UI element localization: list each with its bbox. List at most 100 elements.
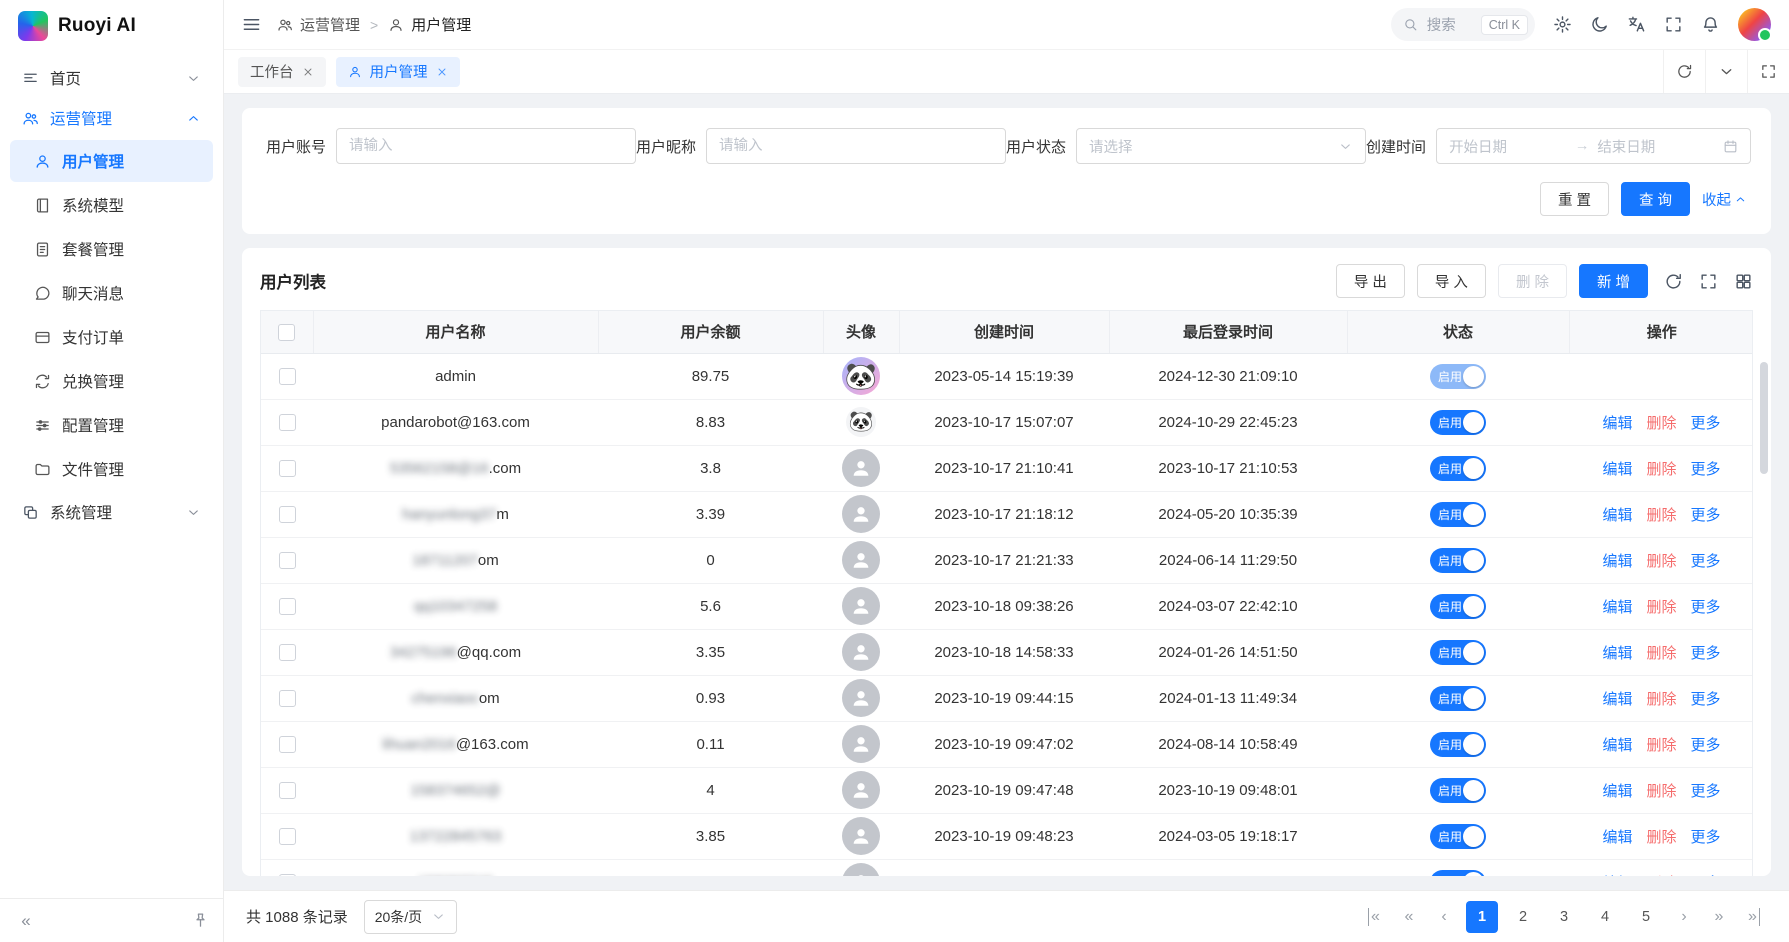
row-delete-link[interactable]: 删除	[1646, 415, 1676, 432]
import-button[interactable]: 导 入	[1417, 264, 1486, 298]
row-checkbox[interactable]	[279, 736, 296, 753]
page-size-select[interactable]: 20条/页	[364, 900, 457, 934]
page-2-button[interactable]: 2	[1507, 901, 1539, 933]
table-fullscreen-icon[interactable]	[1699, 272, 1718, 291]
tab-user-management[interactable]: 用户管理	[336, 57, 460, 87]
export-button[interactable]: 导 出	[1336, 264, 1405, 298]
jump-back-button[interactable]: «	[1396, 903, 1422, 931]
row-edit-link[interactable]: 编辑	[1602, 737, 1632, 754]
table-scrollbar[interactable]	[1760, 358, 1768, 868]
user-avatar[interactable]	[1738, 8, 1771, 41]
page-4-button[interactable]: 4	[1589, 901, 1621, 933]
row-delete-link[interactable]: 删除	[1646, 875, 1676, 877]
row-more-link[interactable]: 更多	[1691, 507, 1721, 524]
account-input[interactable]	[336, 128, 636, 164]
page-5-button[interactable]: 5	[1630, 901, 1662, 933]
brand[interactable]: Ruoyi AI	[0, 0, 223, 52]
hamburger-menu-icon[interactable]	[242, 15, 261, 34]
row-edit-link[interactable]: 编辑	[1602, 691, 1632, 708]
row-delete-link[interactable]: 删除	[1646, 461, 1676, 478]
sidebar-item-config-management[interactable]: 配置管理	[10, 404, 213, 446]
row-delete-link[interactable]: 删除	[1646, 783, 1676, 800]
sidebar-item-operations[interactable]: 运营管理	[10, 98, 213, 138]
status-toggle[interactable]: 启用	[1430, 410, 1486, 435]
status-toggle[interactable]: 启用	[1430, 732, 1486, 757]
select-all-checkbox[interactable]	[278, 324, 295, 341]
row-checkbox[interactable]	[279, 644, 296, 661]
reset-button[interactable]: 重 置	[1540, 182, 1609, 216]
collapse-sidebar-button[interactable]: «	[14, 909, 38, 933]
status-toggle[interactable]: 启用	[1430, 456, 1486, 481]
row-edit-link[interactable]: 编辑	[1602, 783, 1632, 800]
row-delete-link[interactable]: 删除	[1646, 645, 1676, 662]
search-button[interactable]: 查 询	[1621, 182, 1690, 216]
row-checkbox[interactable]	[279, 460, 296, 477]
row-more-link[interactable]: 更多	[1691, 691, 1721, 708]
sidebar-item-system[interactable]: 系统管理	[10, 492, 213, 532]
row-checkbox[interactable]	[279, 782, 296, 799]
row-delete-link[interactable]: 删除	[1646, 829, 1676, 846]
row-checkbox[interactable]	[279, 598, 296, 615]
row-checkbox[interactable]	[279, 552, 296, 569]
close-icon[interactable]	[436, 66, 448, 78]
row-edit-link[interactable]: 编辑	[1602, 829, 1632, 846]
row-more-link[interactable]: 更多	[1691, 553, 1721, 570]
row-edit-link[interactable]: 编辑	[1602, 875, 1632, 877]
row-delete-link[interactable]: 删除	[1646, 553, 1676, 570]
sidebar-item-user-management[interactable]: 用户管理	[10, 140, 213, 182]
tab-workbench[interactable]: 工作台	[238, 57, 326, 87]
row-edit-link[interactable]: 编辑	[1602, 461, 1632, 478]
row-delete-link[interactable]: 删除	[1646, 691, 1676, 708]
column-settings-icon[interactable]	[1734, 272, 1753, 291]
sidebar-item-file-management[interactable]: 文件管理	[10, 448, 213, 490]
row-edit-link[interactable]: 编辑	[1602, 415, 1632, 432]
page-1-button[interactable]: 1	[1466, 901, 1498, 933]
row-more-link[interactable]: 更多	[1691, 415, 1721, 432]
fullscreen-icon[interactable]	[1664, 15, 1683, 34]
status-toggle[interactable]: 启用	[1430, 502, 1486, 527]
language-icon[interactable]	[1627, 15, 1646, 34]
sidebar-item-system-model[interactable]: 系统模型	[10, 184, 213, 226]
row-checkbox[interactable]	[279, 368, 296, 385]
content-fullscreen-button[interactable]	[1747, 50, 1789, 93]
row-checkbox[interactable]	[279, 414, 296, 431]
sidebar-item-chat-messages[interactable]: 聊天消息	[10, 272, 213, 314]
status-toggle[interactable]: 启用	[1430, 824, 1486, 849]
last-page-button[interactable]: »	[1741, 903, 1767, 931]
date-range-picker[interactable]: 开始日期 → 结束日期	[1436, 128, 1751, 164]
row-more-link[interactable]: 更多	[1691, 829, 1721, 846]
next-page-button[interactable]: ›	[1671, 903, 1697, 931]
sidebar-item-payment-orders[interactable]: 支付订单	[10, 316, 213, 358]
close-icon[interactable]	[302, 66, 314, 78]
row-edit-link[interactable]: 编辑	[1602, 553, 1632, 570]
sidebar-item-package-management[interactable]: 套餐管理	[10, 228, 213, 270]
add-button[interactable]: 新 增	[1579, 264, 1648, 298]
row-more-link[interactable]: 更多	[1691, 875, 1721, 877]
notifications-icon[interactable]	[1701, 15, 1720, 34]
row-more-link[interactable]: 更多	[1691, 599, 1721, 616]
prev-page-button[interactable]: ‹	[1431, 903, 1457, 931]
row-more-link[interactable]: 更多	[1691, 461, 1721, 478]
dark-mode-icon[interactable]	[1590, 15, 1609, 34]
pin-icon[interactable]	[192, 912, 209, 929]
breadcrumb-item-operations[interactable]: 运营管理	[277, 14, 360, 35]
row-more-link[interactable]: 更多	[1691, 737, 1721, 754]
row-delete-link[interactable]: 删除	[1646, 507, 1676, 524]
status-toggle[interactable]: 启用	[1430, 778, 1486, 803]
scrollbar-thumb[interactable]	[1760, 362, 1768, 474]
row-more-link[interactable]: 更多	[1691, 783, 1721, 800]
status-toggle[interactable]: 启用	[1430, 548, 1486, 573]
status-toggle[interactable]: 启用	[1430, 640, 1486, 665]
refresh-table-icon[interactable]	[1664, 272, 1683, 291]
row-edit-link[interactable]: 编辑	[1602, 599, 1632, 616]
status-toggle[interactable]: 启用	[1430, 364, 1486, 389]
row-delete-link[interactable]: 删除	[1646, 737, 1676, 754]
settings-icon[interactable]	[1553, 15, 1572, 34]
row-checkbox[interactable]	[279, 828, 296, 845]
status-toggle[interactable]: 启用	[1430, 870, 1486, 877]
row-checkbox[interactable]	[279, 506, 296, 523]
status-toggle[interactable]: 启用	[1430, 686, 1486, 711]
collapse-filter-link[interactable]: 收起	[1702, 189, 1747, 210]
status-select[interactable]: 请选择	[1076, 128, 1366, 164]
row-edit-link[interactable]: 编辑	[1602, 645, 1632, 662]
